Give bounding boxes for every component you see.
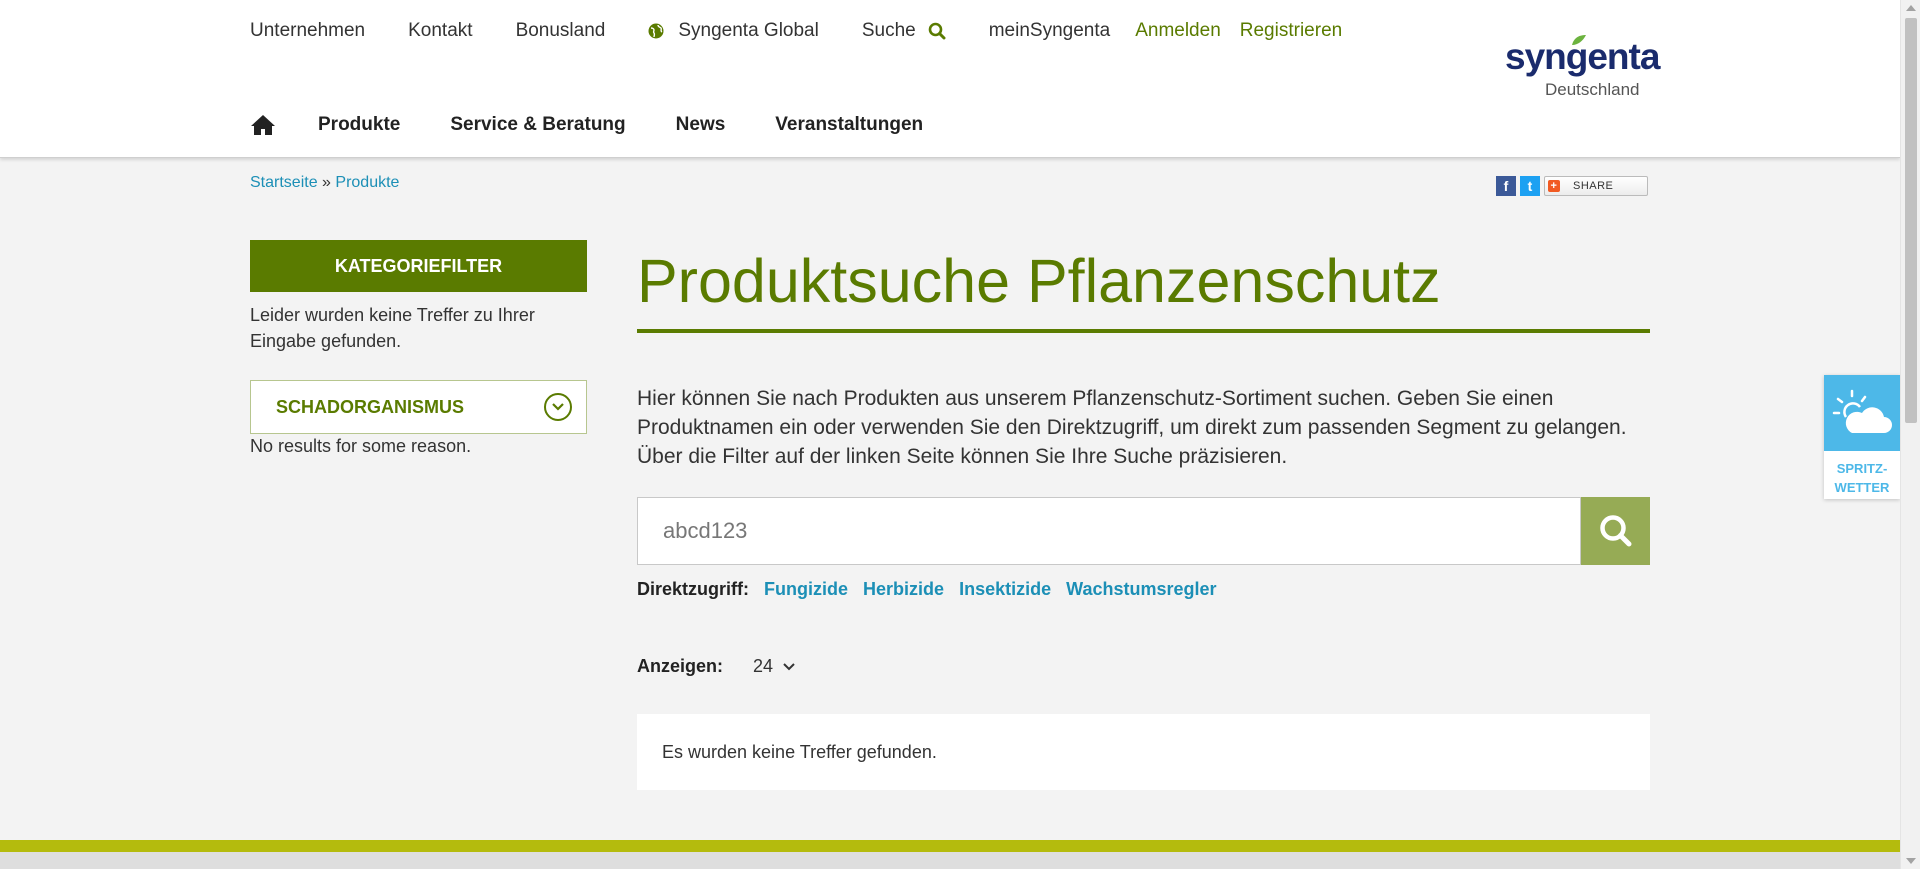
leaf-icon (1572, 35, 1586, 45)
breadcrumb-produkte[interactable]: Produkte (335, 174, 399, 191)
anzeigen-label: Anzeigen: (637, 656, 724, 676)
filter-label: SCHADORGANISMUS (276, 396, 465, 417)
facebook-icon[interactable]: f (1496, 176, 1516, 196)
direktzugriff: Direktzugriff: Fungizide Herbizide Insek… (637, 579, 1227, 600)
nav-kontakt[interactable]: Kontakt (408, 20, 472, 42)
filter-no-results: No results for some reason. (250, 436, 472, 456)
share-bar: f t + SHARE (1496, 176, 1648, 196)
top-navigation: Unternehmen Kontakt Bonusland Syngenta G… (250, 20, 1361, 42)
spritzwetter-widget[interactable]: SPRITZ- WETTER (1824, 375, 1900, 499)
weather-label-line1: SPRITZ- (1836, 461, 1888, 476)
plus-icon: + (1548, 180, 1560, 192)
weather-label: SPRITZ- WETTER (1824, 459, 1900, 497)
link-wachstumsregler[interactable]: Wachstumsregler (1066, 579, 1216, 599)
scrollbar-thumb[interactable] (1905, 18, 1917, 423)
nav-meinsyngenta[interactable]: meinSyngenta (989, 20, 1110, 42)
filter-schadorganismus[interactable]: SCHADORGANISMUS (250, 380, 587, 434)
search-button[interactable] (1581, 497, 1650, 565)
search-icon (1599, 515, 1631, 547)
share-label: SHARE (1573, 180, 1614, 192)
nav-veranstaltungen[interactable]: Veranstaltungen (775, 114, 923, 136)
breadcrumb: Startseite » Produkte (250, 174, 399, 192)
nav-news[interactable]: News (676, 114, 726, 136)
direktzugriff-label: Direktzugriff: (637, 579, 749, 599)
weather-label-line2: WETTER (1834, 480, 1890, 495)
home-icon (251, 115, 275, 135)
chevron-down-icon[interactable] (544, 393, 572, 421)
anzeigen-control: Anzeigen: 24 (637, 656, 795, 677)
result-box: Es wurden keine Treffer gefunden. (637, 714, 1650, 790)
breadcrumb-startseite[interactable]: Startseite (250, 174, 318, 191)
title-divider (637, 329, 1650, 333)
nav-service-beratung[interactable]: Service & Beratung (450, 114, 625, 136)
logo-subtitle: Deutschland (1545, 80, 1640, 99)
nav-suche-label: Suche (861, 20, 916, 41)
result-text: Es wurden keine Treffer gefunden. (662, 741, 937, 762)
intro-text: Hier können Sie nach Produkten aus unser… (637, 387, 1627, 468)
page-title: Produktsuche Pflanzenschutz (637, 247, 1441, 315)
nav-syngenta-global-label: Syngenta Global (678, 20, 819, 41)
link-herbizide[interactable]: Herbizide (863, 579, 944, 599)
anzeigen-select[interactable]: 24 (753, 656, 773, 677)
scroll-up-arrow[interactable] (1906, 5, 1916, 11)
main-navigation: Produkte Service & Beratung News Veranst… (250, 114, 973, 136)
link-fungizide[interactable]: Fungizide (764, 579, 848, 599)
breadcrumb-separator: » (322, 174, 331, 191)
share-button[interactable]: + SHARE (1544, 176, 1648, 196)
twitter-icon[interactable]: t (1520, 176, 1540, 196)
search-input[interactable]: abcd123 (637, 497, 1581, 565)
footer-strip (0, 852, 1900, 869)
link-insektizide[interactable]: Insektizide (959, 579, 1051, 599)
nav-unternehmen[interactable]: Unternehmen (250, 20, 365, 42)
page-scrollbar[interactable] (1900, 0, 1920, 869)
sidebar-no-results: Leider wurden keine Treffer zu Ihrer Ein… (250, 305, 535, 351)
chevron-down-icon[interactable] (783, 662, 795, 671)
nav-bonusland[interactable]: Bonusland (516, 20, 606, 42)
nav-syngenta-global[interactable]: Syngenta Global (648, 20, 819, 42)
kategoriefilter-heading: KATEGORIEFILTER (250, 240, 587, 292)
site-header: Unternehmen Kontakt Bonusland Syngenta G… (0, 0, 1900, 158)
product-search: abcd123 (637, 497, 1650, 565)
nav-home[interactable] (250, 114, 276, 136)
weather-icon (1824, 375, 1900, 451)
search-icon (928, 22, 946, 40)
scroll-down-arrow[interactable] (1906, 858, 1916, 864)
footer-bar (0, 840, 1900, 852)
nav-suche[interactable]: Suche (862, 20, 946, 42)
syngenta-logo[interactable]: syngenta Deutschland (1505, 35, 1660, 100)
globe-icon (648, 23, 664, 39)
nav-produkte[interactable]: Produkte (318, 114, 400, 136)
nav-anmelden[interactable]: Anmelden (1135, 20, 1221, 42)
nav-registrieren[interactable]: Registrieren (1240, 20, 1342, 42)
